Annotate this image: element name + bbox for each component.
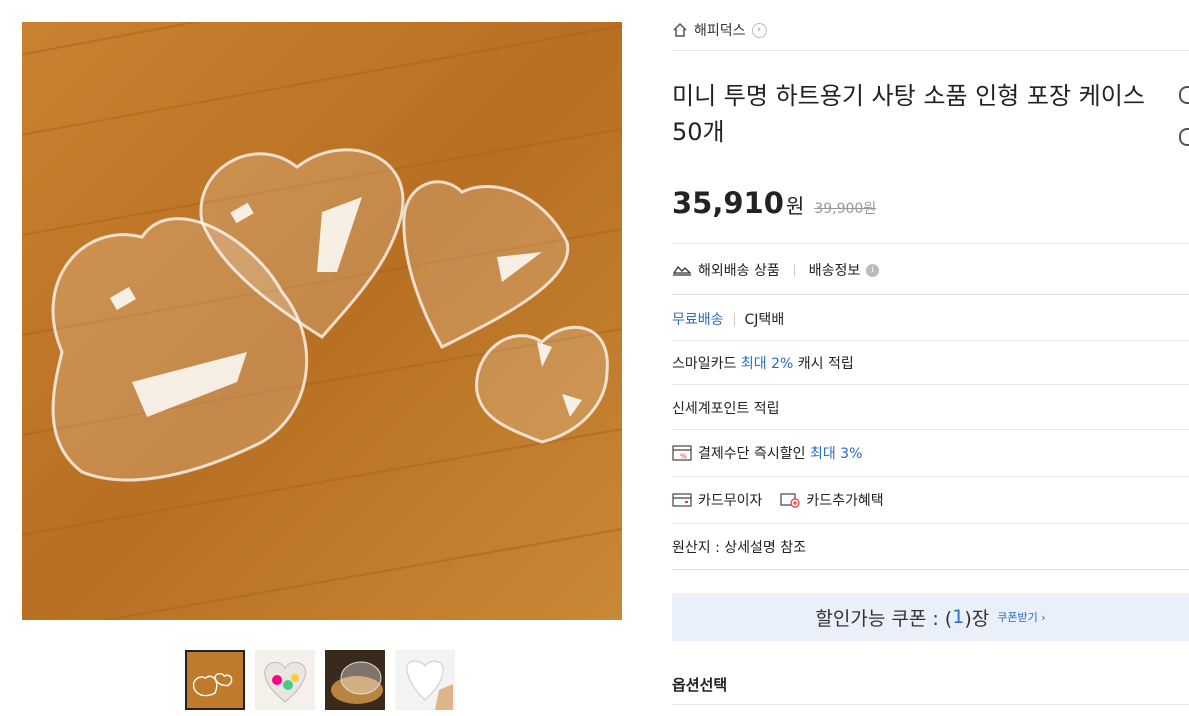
info-icon[interactable]: i [866, 263, 880, 277]
divider [672, 429, 1189, 430]
wishlist-icon[interactable] [1179, 128, 1189, 146]
brand-name: 해피덕스 [694, 23, 746, 39]
ssg-point-row: 신세계포인트 적립 [672, 398, 1189, 418]
divider [672, 50, 1189, 51]
original-price: 39,900원 [814, 201, 877, 217]
divider [672, 384, 1189, 385]
currency-label: 원 [785, 194, 805, 218]
home-icon [673, 22, 687, 37]
product-title: 미니 투명 하트용기 사탕 소품 인형 포장 케이스 50개 [672, 82, 1145, 146]
thumbnail-1[interactable] [185, 650, 245, 710]
installment-label: 카드무이자 [698, 493, 763, 509]
payment-discount-rate: 최대 3% [809, 446, 863, 462]
installment-link[interactable]: 카드무이자 [672, 490, 762, 510]
shipping-info-link[interactable]: 배송정보 [809, 260, 861, 280]
divider [672, 340, 1189, 341]
origin-label: 원산지 : 상세설명 참조 [672, 540, 806, 556]
chevron-right-icon: › [751, 22, 767, 38]
thumbnail-3[interactable] [325, 650, 385, 710]
divider [672, 243, 1189, 244]
coupon-count: 1 [952, 606, 965, 628]
divider [672, 704, 1189, 705]
sale-price: 35,910 [672, 186, 784, 220]
payment-discount-row[interactable]: % 결제수단 즉시할인 최대 3% [672, 443, 1189, 463]
carrier-label: CJ택배 [744, 312, 785, 328]
thumbnail-4[interactable] [395, 650, 455, 710]
overseas-shipping-icon [672, 265, 692, 276]
shipping-row: 해외배송 상품 배송정보 i [672, 260, 1189, 280]
coupon-banner[interactable]: 할인가능 쿠폰 : ( 1 )장 쿠폰받기 › [672, 593, 1189, 641]
smilecard-row: 스마일카드 최대 2% 캐시 적립 [672, 353, 1189, 373]
free-shipping-label: 무료배송 [672, 312, 724, 328]
thumbnail-2[interactable] [255, 650, 315, 710]
side-action-icons [1179, 86, 1189, 170]
smilecard-label: 스마일카드 [672, 356, 737, 372]
smilecard-suffix: 캐시 적립 [797, 356, 854, 372]
brand-link[interactable]: 해피덕스 › [672, 20, 767, 40]
origin-row: 원산지 : 상세설명 참조 [672, 537, 1189, 557]
card-icon [672, 493, 692, 507]
divider [672, 569, 1189, 570]
option-select-title: 옵션선택 [672, 676, 728, 694]
ssg-point-label: 신세계포인트 적립 [672, 401, 780, 417]
coupon-suffix: )장 [964, 607, 990, 630]
overseas-shipping-label: 해외배송 상품 [698, 263, 780, 279]
card-benefit-label: 카드추가혜택 [806, 493, 884, 509]
share-icon[interactable] [1179, 86, 1189, 104]
price-row: 35,910 원 39,900원 [672, 186, 876, 220]
smilecard-rate: 최대 2% [740, 356, 794, 372]
card-benefit-link[interactable]: 카드추가혜택 [780, 490, 884, 510]
coupon-label: 할인가능 쿠폰 : ( [815, 607, 953, 630]
discount-card-icon: % [672, 445, 692, 461]
divider [672, 523, 1189, 524]
separator [733, 312, 735, 326]
separator [793, 263, 795, 277]
svg-text:%: % [680, 453, 687, 461]
divider [672, 476, 1189, 477]
payment-discount-label: 결제수단 즉시할인 [698, 446, 806, 462]
product-info-panel: 해피덕스 › 미니 투명 하트용기 사탕 소품 인형 포장 케이스 50개 35… [672, 0, 1189, 716]
coupon-download-link[interactable]: 쿠폰받기 › [997, 609, 1045, 625]
product-main-image [22, 22, 622, 620]
card-benefits-row: 카드무이자 카드추가혜택 [672, 490, 1189, 510]
card-plus-icon [780, 493, 801, 508]
delivery-row: 무료배송 CJ택배 [672, 309, 1189, 329]
product-photo [22, 22, 622, 620]
thumbnail-strip [185, 650, 455, 710]
divider [672, 294, 1189, 295]
